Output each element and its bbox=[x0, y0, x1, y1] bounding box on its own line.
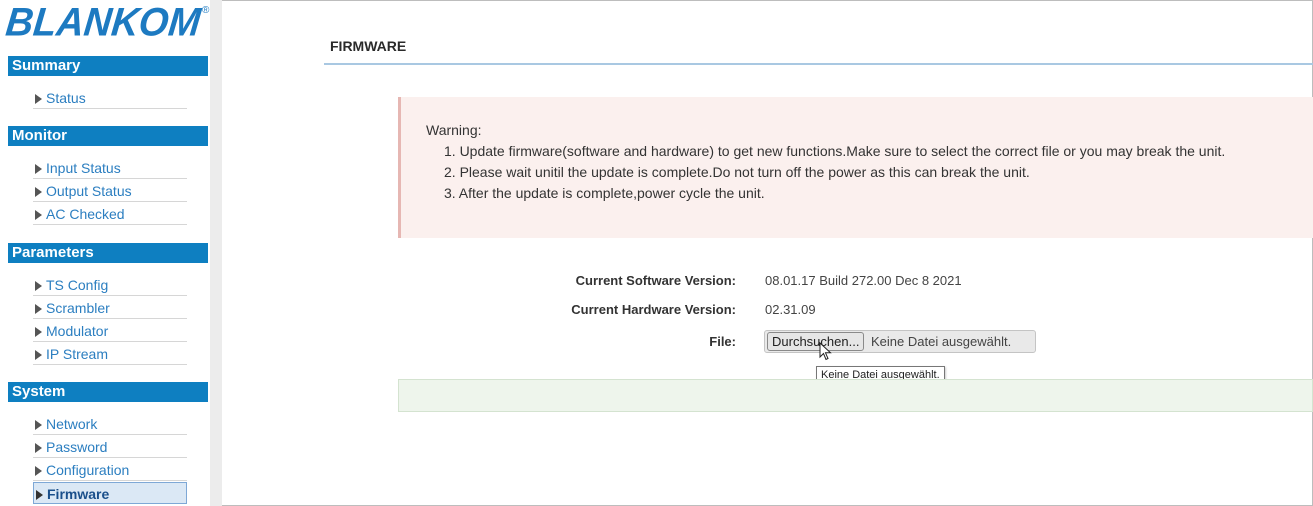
sidebar-item-label: Network bbox=[46, 416, 98, 432]
sidebar-item-label: AC Checked bbox=[46, 206, 125, 222]
page-title: FIRMWARE bbox=[330, 38, 407, 54]
sidebar-item-password[interactable]: Password bbox=[33, 436, 187, 458]
triangle-right-icon bbox=[35, 420, 42, 430]
sidebar-item-ac-checked[interactable]: AC Checked bbox=[33, 203, 187, 225]
sidebar-item-label: Input Status bbox=[46, 160, 121, 176]
triangle-right-icon bbox=[35, 94, 42, 104]
section-header-parameters: Parameters bbox=[8, 243, 208, 263]
section-header-monitor: Monitor bbox=[8, 126, 208, 146]
sidebar-item-firmware[interactable]: Firmware bbox=[33, 482, 187, 504]
main-content: FIRMWARE Warning: 1. Update firmware(sof… bbox=[234, 0, 1313, 506]
sidebar-item-ip-stream[interactable]: IP Stream bbox=[33, 343, 187, 365]
file-input[interactable]: Durchsuchen... Keine Datei ausgewählt. bbox=[764, 330, 1036, 353]
warning-line: 2. Please wait unitil the update is comp… bbox=[444, 164, 1030, 180]
file-status: Keine Datei ausgewählt. bbox=[871, 334, 1012, 349]
warning-box: Warning: 1. Update firmware(software and… bbox=[398, 97, 1313, 238]
file-label: File: bbox=[709, 334, 736, 349]
mouse-pointer-icon bbox=[819, 342, 832, 361]
sidebar-item-ts-config[interactable]: TS Config bbox=[33, 274, 187, 296]
triangle-right-icon bbox=[35, 210, 42, 220]
sidebar-item-label: IP Stream bbox=[46, 346, 108, 362]
software-version-value: 08.01.17 Build 272.00 Dec 8 2021 bbox=[765, 273, 962, 288]
sidebar: BLANKOM ® Summary Status Monitor Input S… bbox=[0, 0, 222, 506]
triangle-right-icon bbox=[35, 164, 42, 174]
blankom-logo: BLANKOM ® bbox=[3, 0, 211, 51]
sidebar-item-configuration[interactable]: Configuration bbox=[33, 459, 187, 481]
sidebar-item-output-status[interactable]: Output Status bbox=[33, 180, 187, 202]
triangle-right-icon bbox=[35, 281, 42, 291]
warning-line: 3. After the update is complete,power cy… bbox=[444, 185, 765, 201]
hardware-version-value: 02.31.09 bbox=[765, 302, 816, 317]
triangle-right-icon bbox=[35, 443, 42, 453]
sidebar-item-label: Firmware bbox=[47, 486, 110, 502]
sidebar-item-modulator[interactable]: Modulator bbox=[33, 320, 187, 342]
triangle-right-icon bbox=[35, 350, 42, 360]
section-header-system: System bbox=[8, 382, 208, 402]
triangle-right-icon bbox=[35, 466, 42, 476]
sidebar-item-scrambler[interactable]: Scrambler bbox=[33, 297, 187, 319]
hardware-version-label: Current Hardware Version: bbox=[571, 302, 736, 317]
triangle-right-icon bbox=[35, 187, 42, 197]
section-header-summary: Summary bbox=[8, 56, 208, 76]
sidebar-item-network[interactable]: Network bbox=[33, 413, 187, 435]
sidebar-item-input-status[interactable]: Input Status bbox=[33, 157, 187, 179]
triangle-right-icon bbox=[35, 304, 42, 314]
browse-button[interactable]: Durchsuchen... bbox=[767, 332, 865, 351]
sidebar-item-label: TS Config bbox=[46, 277, 109, 293]
triangle-right-icon bbox=[36, 490, 43, 500]
sidebar-item-label: Configuration bbox=[46, 462, 130, 478]
sidebar-item-label: Output Status bbox=[46, 183, 132, 199]
warning-line: 1. Update firmware(software and hardware… bbox=[444, 143, 1226, 159]
warning-title: Warning: bbox=[426, 122, 482, 138]
software-version-label: Current Software Version: bbox=[575, 273, 736, 288]
registered-mark: ® bbox=[202, 5, 210, 16]
sidebar-item-label: Status bbox=[46, 90, 86, 106]
logo-text: BLANKOM bbox=[3, 0, 203, 46]
sidebar-item-label: Scrambler bbox=[46, 300, 110, 316]
sidebar-item-label: Modulator bbox=[46, 323, 109, 339]
title-divider bbox=[324, 63, 1313, 65]
sidebar-item-status[interactable]: Status bbox=[33, 87, 187, 109]
sidebar-item-label: Password bbox=[46, 439, 108, 455]
triangle-right-icon bbox=[35, 327, 42, 337]
status-message-box bbox=[398, 379, 1313, 412]
